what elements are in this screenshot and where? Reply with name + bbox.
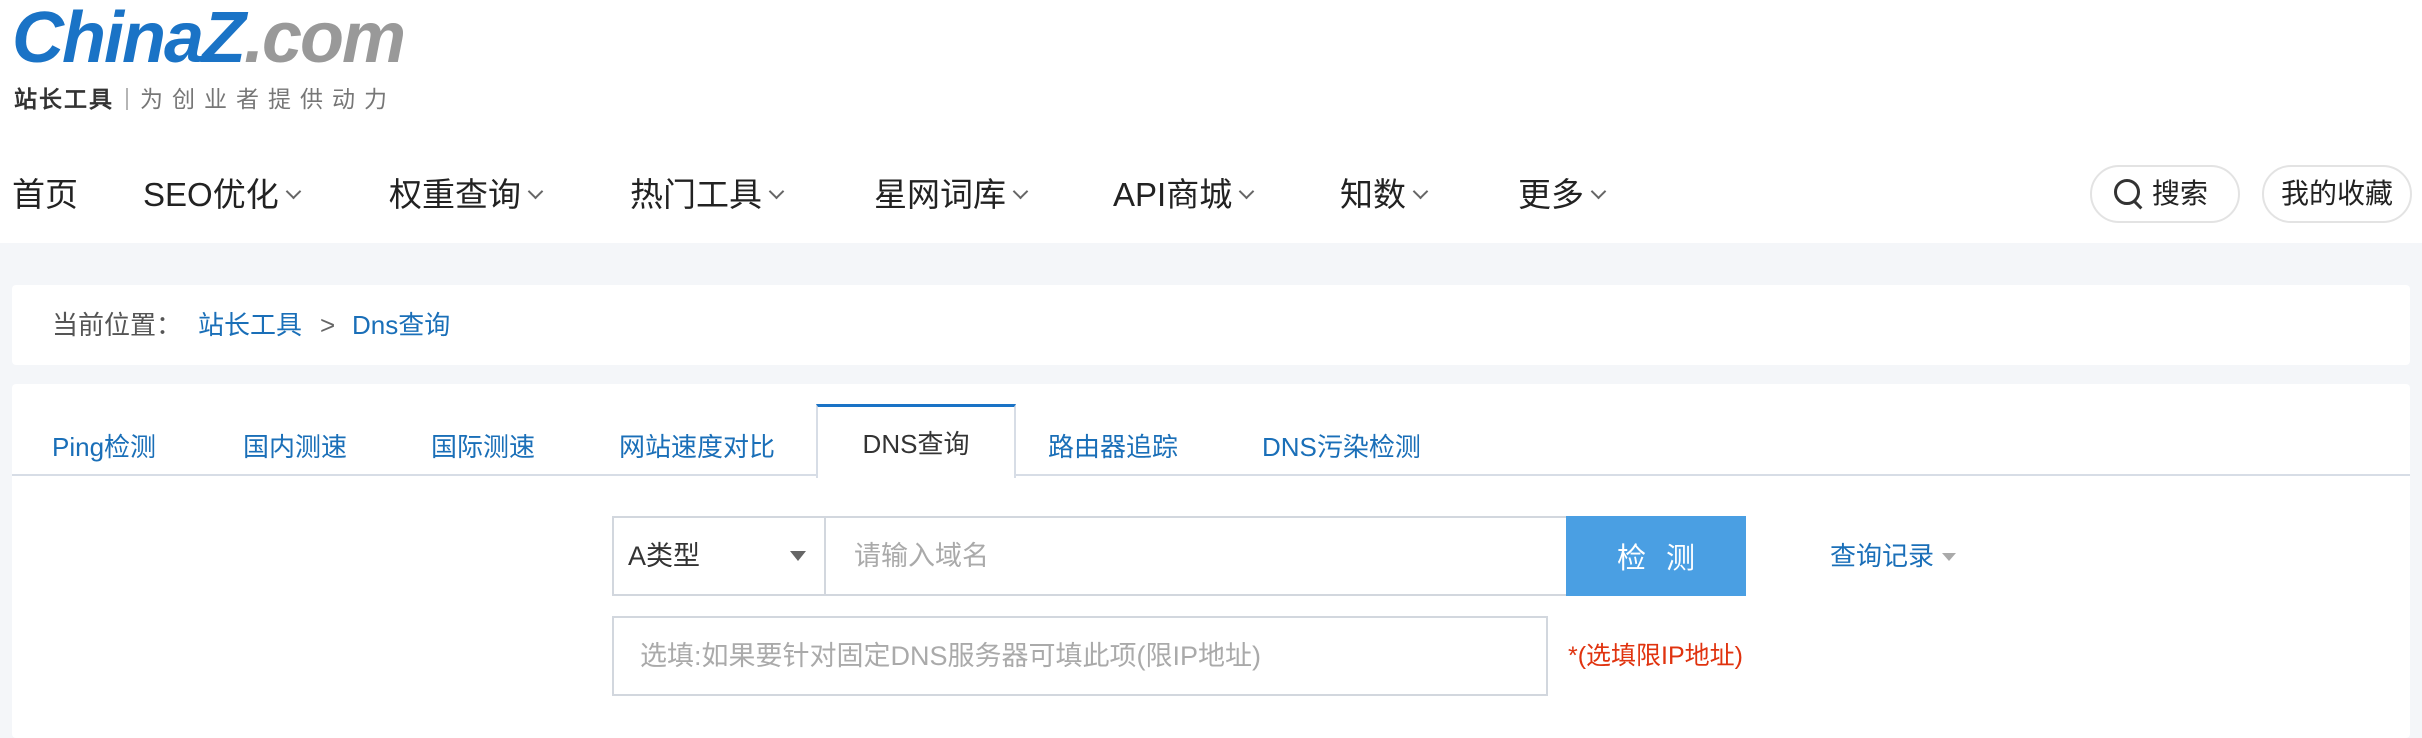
tab-traceroute[interactable]: 路由器追踪	[1048, 418, 1178, 476]
logo-tagline-text: 为创业者提供动力	[140, 86, 396, 112]
tabs-divider	[12, 474, 2410, 476]
search-icon	[2114, 179, 2144, 210]
logo-tagline-divider	[126, 88, 128, 110]
nav-item-api[interactable]: API商城	[1113, 168, 1255, 222]
breadcrumb-label: 当前位置：	[52, 310, 183, 340]
tab-domestic-speed[interactable]: 国内测速	[243, 418, 347, 476]
site-logo[interactable]: ChinaZ.com 站长工具 为创业者提供动力	[12, 0, 432, 120]
favorites-button[interactable]: 我的收藏	[2262, 165, 2412, 223]
caret-down-icon	[790, 551, 806, 561]
breadcrumb-link-dns[interactable]: Dns查询	[352, 285, 450, 365]
nav-item-more[interactable]: 更多	[1518, 168, 1607, 222]
breadcrumb-link-tools[interactable]: 站长工具	[198, 285, 302, 365]
detect-button[interactable]: 检测	[1566, 516, 1746, 596]
chevron-down-icon	[527, 183, 544, 200]
tab-dns-query[interactable]: DNS查询	[816, 404, 1016, 478]
dns-server-note: *(选填限IP地址)	[1568, 642, 1744, 670]
chevron-down-icon	[285, 183, 301, 200]
logo-tagline: 站长工具 为创业者提供动力	[14, 80, 396, 112]
nav-item-weight[interactable]: 权重查询	[389, 168, 544, 222]
dns-tool-panel: Ping检测 国内测速 国际测速 网站速度对比 DNS查询 路由器追踪 DNS污…	[12, 384, 2410, 738]
site-header: ChinaZ.com 站长工具 为创业者提供动力 首页 SEO优化 权重查询 热门…	[0, 0, 2422, 243]
nav-item-hot-tools[interactable]: 热门工具	[630, 168, 785, 222]
tab-ping[interactable]: Ping检测	[52, 418, 156, 476]
chevron-down-icon	[1238, 183, 1255, 200]
tab-international-speed[interactable]: 国际测速	[431, 418, 535, 476]
tab-speed-compare[interactable]: 网站速度对比	[619, 418, 775, 476]
caret-down-icon	[1942, 553, 1957, 561]
chevron-down-icon	[1012, 183, 1029, 200]
record-type-select[interactable]: A类型	[612, 516, 824, 596]
record-type-value: A类型	[628, 541, 701, 571]
query-history-link[interactable]: 查询记录	[1830, 534, 1957, 578]
nav-item-keywords[interactable]: 星网词库	[874, 168, 1029, 222]
search-button[interactable]: 搜索	[2090, 165, 2240, 223]
dns-server-input[interactable]	[612, 616, 1548, 696]
chevron-down-icon	[1590, 183, 1607, 200]
tab-dns-pollution[interactable]: DNS污染检测	[1262, 418, 1421, 476]
breadcrumb: 当前位置： 站长工具 > Dns查询	[12, 285, 2410, 365]
logo-wordmark: ChinaZ.com	[12, 0, 406, 78]
nav-item-home[interactable]: 首页	[12, 168, 78, 222]
nav-item-zhishu[interactable]: 知数	[1340, 168, 1429, 222]
nav-item-seo[interactable]: SEO优化	[143, 168, 301, 222]
domain-input[interactable]	[824, 516, 1578, 596]
logo-tagline-title: 站长工具	[14, 86, 114, 112]
breadcrumb-separator: >	[320, 310, 336, 340]
main-nav: 首页 SEO优化 权重查询 热门工具 星网词库 API商城 知数 更多	[12, 168, 1672, 222]
chevron-down-icon	[768, 183, 785, 200]
chevron-down-icon	[1412, 183, 1429, 200]
